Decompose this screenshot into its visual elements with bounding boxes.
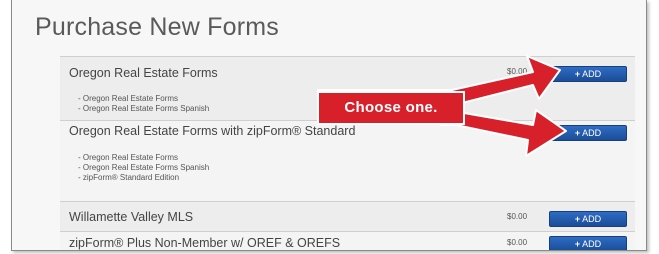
add-button-label: ADD: [582, 214, 602, 224]
form-include-item: - Oregon Real Estate Forms: [78, 94, 179, 103]
page-title: Purchase New Forms: [35, 13, 279, 41]
form-include-item: - zipForm® Standard Edition: [78, 173, 180, 182]
form-include-item: - Oregon Real Estate Forms: [78, 153, 179, 162]
plus-icon: +: [574, 128, 581, 138]
plus-icon: +: [574, 214, 581, 224]
form-row-willamette-valley-mls: Willamette Valley MLS $0.00 + ADD: [60, 201, 635, 232]
add-button-willamette-valley-mls[interactable]: + ADD: [549, 211, 627, 227]
plus-icon: +: [574, 69, 581, 79]
purchase-forms-panel: Purchase New Forms Oregon Real Estate Fo…: [11, 0, 647, 251]
form-row-oregon-real-estate: Oregon Real Estate Forms - Oregon Real E…: [60, 56, 635, 121]
form-row-zipform-plus-non-member: zipForm® Plus Non-Member w/ OREF & OREFS…: [60, 231, 635, 250]
form-includes-list: - Oregon Real Estate Forms - Oregon Real…: [78, 153, 209, 183]
form-name: Oregon Real Estate Forms: [69, 66, 218, 80]
add-button-oregon-real-estate[interactable]: + ADD: [549, 66, 627, 82]
form-name: Oregon Real Estate Forms with zipForm® S…: [69, 124, 356, 138]
add-button-oregon-zipform-standard[interactable]: + ADD: [549, 125, 627, 141]
form-include-item: - Oregon Real Estate Forms Spanish: [78, 163, 210, 172]
add-button-zipform-plus-non-member[interactable]: + ADD: [549, 236, 627, 250]
form-name: Willamette Valley MLS: [69, 210, 194, 224]
form-name: zipForm® Plus Non-Member w/ OREF & OREFS: [69, 236, 341, 250]
form-price: $0.00: [507, 238, 528, 247]
add-button-label: ADD: [582, 239, 602, 249]
form-includes-list: - Oregon Real Estate Forms - Oregon Real…: [78, 94, 209, 114]
add-button-label: ADD: [582, 69, 602, 79]
add-button-label: ADD: [582, 128, 602, 138]
form-price: $0.00: [507, 212, 528, 221]
plus-icon: +: [574, 239, 581, 249]
form-include-item: - Oregon Real Estate Forms Spanish: [78, 104, 210, 113]
form-row-oregon-zipform-standard: Oregon Real Estate Forms with zipForm® S…: [60, 120, 635, 202]
form-price: $0.00: [507, 67, 528, 76]
